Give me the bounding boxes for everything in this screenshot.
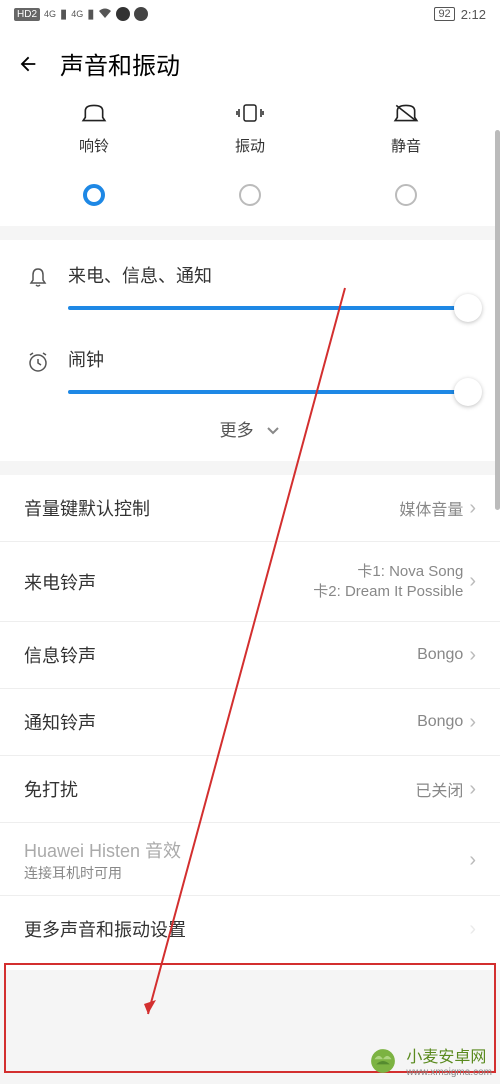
volume-sliders: 来电、信息、通知 闹钟 更多 (0, 240, 500, 461)
slider-calls-track[interactable] (68, 306, 472, 310)
row-ringtone-sim2: 卡2: Dream It Possible (313, 582, 463, 602)
bell-slash-icon (390, 101, 422, 125)
back-button[interactable] (16, 52, 40, 76)
chevron-right-icon: › (469, 778, 476, 801)
chevron-right-icon: › (469, 918, 476, 941)
chevron-right-icon: › (469, 497, 476, 520)
mode-ring[interactable]: 响铃 (16, 101, 172, 206)
slider-calls-label: 来电、信息、通知 (68, 262, 476, 288)
signal-bars-2: ▮ (87, 6, 94, 22)
row-notification-title: 通知铃声 (24, 709, 96, 735)
row-ringtone[interactable]: 来电铃声 卡1: Nova Song 卡2: Dream It Possible… (0, 542, 500, 622)
battery-level: 92 (434, 7, 454, 21)
slider-alarm-track[interactable] (68, 390, 472, 394)
expand-more[interactable]: 更多 (0, 394, 500, 453)
slider-calls-thumb[interactable] (454, 294, 482, 322)
watermark-text: 小麦安卓网 (406, 1049, 486, 1066)
mode-vibrate-label: 振动 (235, 135, 265, 156)
row-ringtone-sim1: 卡1: Nova Song (357, 562, 463, 582)
bell-icon (78, 101, 110, 125)
radio-ring[interactable] (83, 184, 105, 206)
signal-1: 4G (44, 9, 56, 19)
row-volume-key-value: 媒体音量 (399, 496, 463, 520)
scroll-indicator (495, 130, 500, 510)
row-notification-tone[interactable]: 通知铃声 Bongo › (0, 689, 500, 756)
app-badge-1 (116, 7, 130, 21)
expand-more-label: 更多 (220, 421, 254, 440)
chevron-right-icon: › (469, 849, 476, 872)
slider-alarm: 闹钟 (0, 330, 500, 394)
mode-silent[interactable]: 静音 (328, 101, 484, 206)
bell-outline-icon (24, 266, 52, 290)
row-histen-sub: 连接耳机时可用 (24, 863, 181, 883)
page-header: 声音和振动 (0, 28, 500, 101)
page-title: 声音和振动 (60, 46, 180, 81)
radio-silent[interactable] (395, 184, 417, 206)
row-histen-title: Huawei Histen 音效 (24, 837, 181, 863)
alarm-clock-icon (24, 350, 52, 374)
row-histen: Huawei Histen 音效 连接耳机时可用 › (0, 823, 500, 896)
app-badge-2 (134, 7, 148, 21)
row-dnd-value: 已关闭 (415, 777, 463, 801)
vibrate-icon (234, 101, 266, 125)
row-dnd[interactable]: 免打扰 已关闭 › (0, 756, 500, 823)
section-divider (0, 226, 500, 240)
clock: 2:12 (461, 7, 486, 22)
settings-list: 音量键默认控制 媒体音量 › 来电铃声 卡1: Nova Song 卡2: Dr… (0, 475, 500, 970)
row-notification-value: Bongo (417, 713, 463, 731)
sound-mode-selector: 响铃 振动 静音 (0, 101, 500, 226)
watermark-url: www.xmsigma.com (406, 1067, 492, 1078)
hd-badge: HD2 (14, 8, 40, 21)
mode-silent-label: 静音 (391, 135, 421, 156)
row-message-tone[interactable]: 信息铃声 Bongo › (0, 622, 500, 689)
section-divider-2 (0, 461, 500, 475)
radio-vibrate[interactable] (239, 184, 261, 206)
row-dnd-title: 免打扰 (24, 776, 78, 802)
row-volume-key-title: 音量键默认控制 (24, 495, 150, 521)
chevron-right-icon: › (469, 644, 476, 667)
chevron-right-icon: › (469, 711, 476, 734)
watermark-logo-icon (366, 1044, 400, 1078)
chevron-down-icon (266, 421, 280, 440)
mode-ring-label: 响铃 (79, 135, 109, 156)
row-message-title: 信息铃声 (24, 642, 96, 668)
watermark: 小麦安卓网 www.xmsigma.com (366, 1043, 492, 1078)
slider-alarm-label: 闹钟 (68, 346, 476, 372)
status-bar: HD2 4G ▮ 4G ▮ 92 2:12 (0, 0, 500, 28)
row-volume-key[interactable]: 音量键默认控制 媒体音量 › (0, 475, 500, 542)
mode-vibrate[interactable]: 振动 (172, 101, 328, 206)
row-more-settings-title: 更多声音和振动设置 (24, 916, 186, 942)
row-message-value: Bongo (417, 646, 463, 664)
slider-calls: 来电、信息、通知 (0, 246, 500, 310)
signal-2: 4G (71, 9, 83, 19)
row-ringtone-title: 来电铃声 (24, 569, 96, 595)
wifi-icon (98, 7, 112, 22)
chevron-right-icon: › (469, 570, 476, 593)
slider-alarm-thumb[interactable] (454, 378, 482, 406)
signal-bars-1: ▮ (60, 6, 67, 22)
row-more-settings[interactable]: 更多声音和振动设置 › (0, 896, 500, 970)
